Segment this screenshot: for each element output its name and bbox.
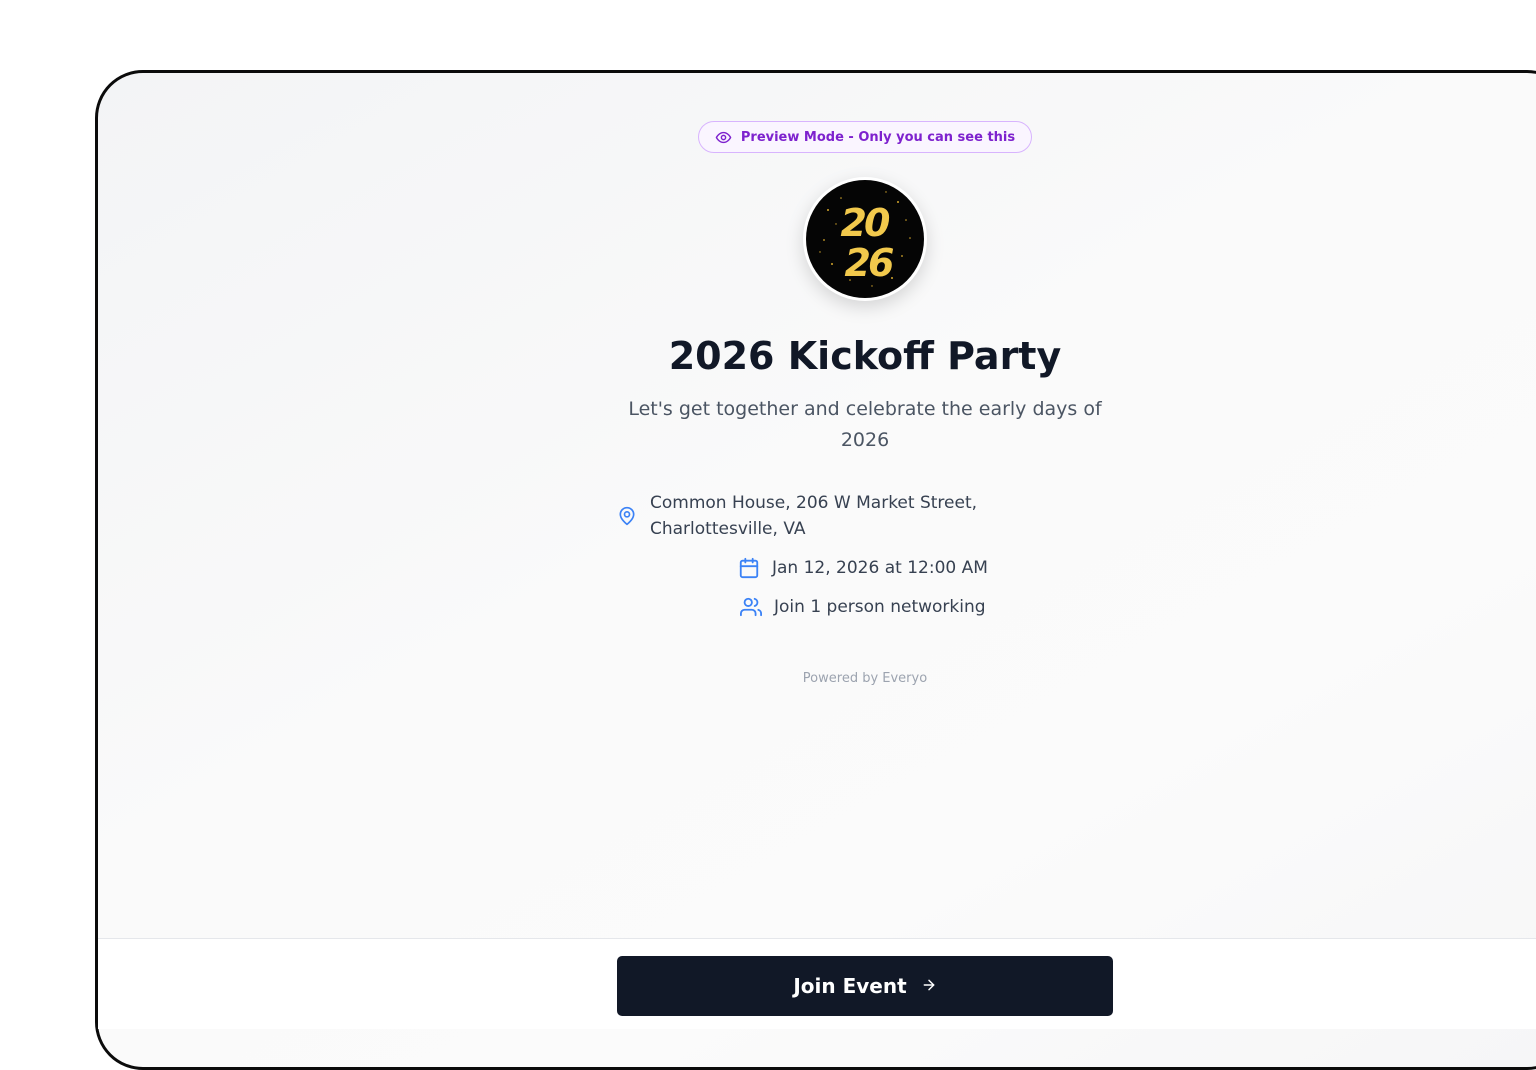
preview-mode-label: Preview Mode - Only you can see this	[740, 129, 1016, 145]
event-datetime-text: Jan 12, 2026 at 12:00 AM	[772, 558, 988, 578]
map-pin-icon	[617, 505, 637, 527]
arrow-right-icon	[921, 974, 937, 998]
event-description: Let's get together and celebrate the ear…	[628, 398, 1102, 451]
logo-year-top: 20	[841, 201, 890, 245]
event-location-text: Common House, 206 W Market Street, Charl…	[650, 493, 978, 539]
event-title: 2026 Kickoff Party	[668, 334, 1062, 378]
event-datetime: Jan 12, 2026 at 12:00 AM	[738, 555, 988, 581]
join-event-label: Join Event	[793, 974, 907, 998]
eye-icon	[715, 129, 732, 146]
event-page: Preview Mode - Only you can see this 20 …	[0, 0, 1536, 1029]
event-logo-image: 20 26	[806, 180, 924, 298]
event-attendees-text: Join 1 person networking	[774, 597, 986, 617]
powered-by-link[interactable]: Powered by Everyo	[765, 671, 965, 686]
event-location: Common House, 206 W Market Street, Charl…	[617, 490, 1017, 542]
users-icon	[740, 596, 762, 618]
join-event-button[interactable]: Join Event	[617, 956, 1113, 1016]
event-attendees: Join 1 person networking	[740, 594, 986, 620]
calendar-icon	[738, 557, 760, 579]
preview-mode-badge: Preview Mode - Only you can see this	[698, 121, 1032, 153]
logo-year-bottom: 26	[845, 241, 894, 285]
event-logo: 20 26	[803, 177, 927, 301]
